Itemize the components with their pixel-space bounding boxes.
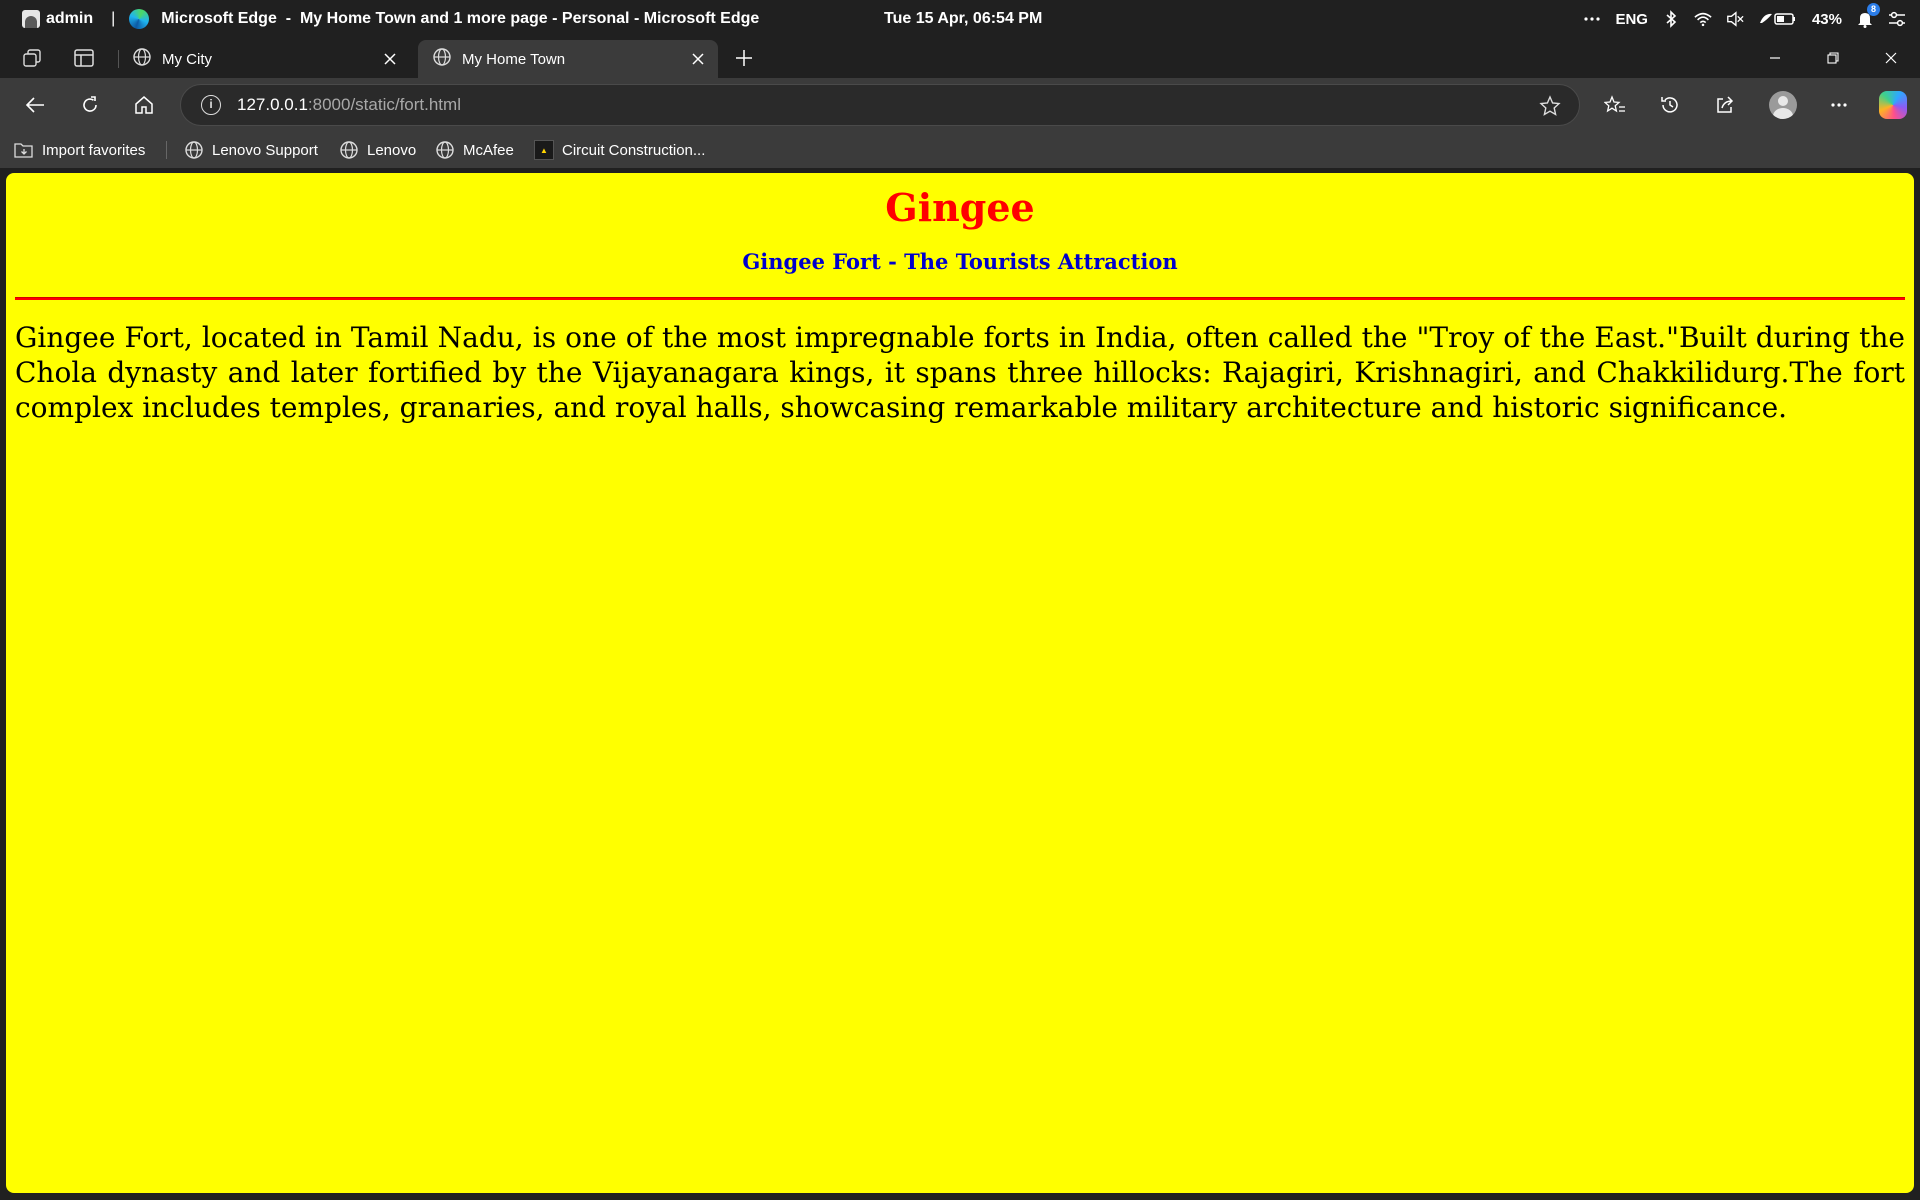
- back-button[interactable]: [15, 85, 55, 125]
- url-host: 127.0.0.1: [237, 95, 308, 114]
- favorite-mcafee[interactable]: McAfee: [435, 132, 514, 168]
- language-indicator[interactable]: ENG: [1615, 11, 1648, 28]
- globe-icon: [340, 141, 358, 159]
- close-tab-icon[interactable]: [380, 49, 400, 69]
- system-datetime[interactable]: Tue 15 Apr, 06:54 PM: [884, 10, 1042, 28]
- add-favorite-star-icon[interactable]: [1539, 95, 1561, 122]
- tab-title: My Home Town: [462, 50, 566, 68]
- restore-icon: [1827, 52, 1839, 64]
- share-button[interactable]: [1705, 85, 1745, 125]
- close-tab-icon[interactable]: [688, 49, 708, 69]
- favorite-label: Circuit Construction...: [562, 141, 706, 159]
- notification-bell-icon[interactable]: 8: [1856, 3, 1880, 28]
- battery-percentage: 43%: [1811, 10, 1842, 28]
- edge-logo-icon: [129, 9, 150, 29]
- address-bar[interactable]: i 127.0.0.1:8000/static/fort.html: [180, 84, 1580, 126]
- bluetooth-icon[interactable]: [1662, 10, 1680, 28]
- refresh-icon: [83, 96, 97, 112]
- window-title: Microsoft Edge - My Home Town and 1 more…: [161, 10, 760, 27]
- settings-menu-button[interactable]: [1819, 85, 1859, 125]
- battery-icon[interactable]: [1758, 10, 1798, 28]
- tab-my-city[interactable]: My City: [118, 40, 410, 78]
- tab-strip: My City My Home Town: [0, 38, 1920, 78]
- horizontal-rule: [15, 297, 1905, 300]
- favorites-separator: [166, 141, 167, 159]
- avatar: [1769, 91, 1797, 119]
- close-window-button[interactable]: [1862, 38, 1920, 78]
- page-subtitle: Gingee Fort - The Tourists Attraction: [742, 249, 1178, 274]
- window-controls: [1746, 38, 1920, 78]
- minimize-button[interactable]: [1746, 38, 1804, 78]
- page-paragraph: Gingee Fort, located in Tamil Nadu, is o…: [15, 321, 1905, 424]
- plus-icon: [736, 50, 752, 66]
- favorite-import-favorites[interactable]: Import favorites: [14, 132, 145, 168]
- copilot-button[interactable]: [1873, 85, 1913, 125]
- import-icon: [14, 143, 33, 158]
- home-icon: [135, 96, 153, 114]
- copilot-icon: [1879, 91, 1907, 119]
- favorite-label: Import favorites: [42, 141, 146, 159]
- vertical-tabs-icon: [74, 49, 94, 67]
- url-path: :8000/static/fort.html: [307, 95, 461, 114]
- tab-title: My City: [162, 50, 212, 68]
- favorites-button[interactable]: [1595, 85, 1635, 125]
- navigation-bar: i 127.0.0.1:8000/static/fort.html: [0, 78, 1920, 132]
- more-tray-icon[interactable]: [1583, 10, 1601, 28]
- page-title: Gingee: [885, 185, 1035, 230]
- new-tab-button[interactable]: [724, 38, 764, 78]
- globe-icon: [432, 47, 452, 71]
- user-account-icon: [22, 10, 40, 28]
- notification-badge: 8: [1867, 3, 1880, 16]
- favorite-lenovo-support[interactable]: Lenovo Support: [184, 132, 318, 168]
- system-title-bar: admin | Microsoft Edge - My Home Town an…: [0, 0, 1920, 38]
- share-icon: [1717, 96, 1734, 113]
- close-icon: [1885, 52, 1897, 64]
- workspaces-button[interactable]: [12, 38, 52, 78]
- favorites-list-icon: [1604, 95, 1625, 113]
- title-separator: |: [111, 10, 116, 27]
- phet-icon: ▲: [534, 140, 554, 160]
- favorites-bar: Import favorites Lenovo Support Lenovo M…: [0, 132, 1920, 168]
- quick-settings-icon[interactable]: [1888, 10, 1906, 28]
- tab-my-home-town[interactable]: My Home Town: [418, 40, 718, 78]
- favorite-label: Lenovo Support: [212, 141, 318, 159]
- globe-icon: [436, 141, 454, 159]
- workspaces-icon: [23, 49, 41, 67]
- globe-icon: [185, 141, 203, 159]
- favorite-circuit-construction[interactable]: ▲ Circuit Construction...: [534, 132, 705, 168]
- history-button[interactable]: [1650, 85, 1690, 125]
- restore-button[interactable]: [1804, 38, 1862, 78]
- history-icon: [1661, 97, 1678, 113]
- wifi-icon[interactable]: [1694, 10, 1712, 28]
- favorite-label: Lenovo: [367, 141, 417, 159]
- minimize-icon: [1770, 57, 1780, 59]
- profile-button[interactable]: [1763, 85, 1803, 125]
- volume-muted-icon[interactable]: [1726, 10, 1744, 28]
- refresh-button[interactable]: [70, 85, 110, 125]
- back-arrow-icon: [25, 97, 44, 113]
- globe-icon: [132, 47, 152, 71]
- site-info-icon[interactable]: i: [201, 95, 221, 115]
- page-viewport: Gingee Gingee Fort - The Tourists Attrac…: [6, 173, 1914, 1193]
- tab-actions-button[interactable]: [64, 38, 104, 78]
- home-button[interactable]: [124, 85, 164, 125]
- favorite-label: McAfee: [463, 141, 514, 159]
- favorite-lenovo[interactable]: Lenovo: [339, 132, 416, 168]
- more-options-icon: [1831, 103, 1847, 107]
- user-name: admin: [46, 10, 94, 27]
